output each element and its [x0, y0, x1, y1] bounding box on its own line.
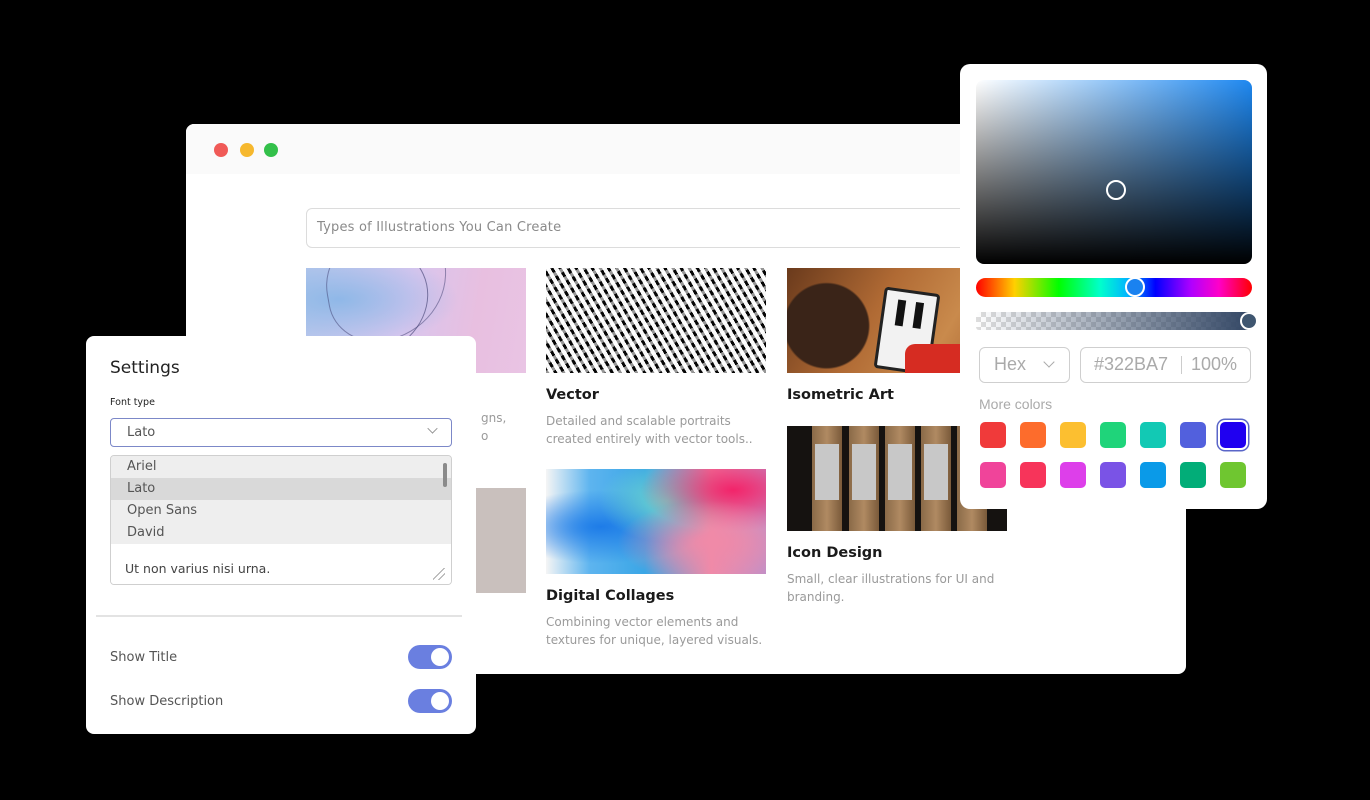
tube-shape [885, 426, 915, 531]
search-input[interactable]: Types of Illustrations You Can Create [306, 208, 1006, 248]
card-description: Detailed and scalable portraits created … [546, 414, 753, 446]
toggle-knob [431, 692, 449, 710]
color-swatch[interactable] [1220, 422, 1246, 448]
show-title-toggle[interactable] [408, 645, 452, 669]
minimize-window-button[interactable] [240, 143, 254, 157]
divider [96, 615, 462, 617]
opacity-slider[interactable] [976, 312, 1258, 330]
settings-panel: Settings Font type Lato Ariel Lato Open … [86, 336, 476, 734]
more-colors-label: More colors [979, 396, 1053, 412]
color-swatch[interactable] [1100, 422, 1126, 448]
saturation-handle[interactable] [1106, 180, 1126, 200]
font-type-label: Font type [110, 397, 155, 408]
color-swatch[interactable] [980, 462, 1006, 488]
textarea-value: Ut non varius nisi urna. [125, 561, 271, 576]
color-swatch[interactable] [1020, 462, 1046, 488]
card-title: Icon Design [787, 545, 883, 561]
card-vector[interactable]: Vector Detailed and scalable portraits c… [546, 268, 766, 448]
color-mode-value: Hex [994, 354, 1027, 374]
color-swatch[interactable] [1220, 462, 1246, 488]
color-swatch[interactable] [1060, 462, 1086, 488]
color-picker-panel: Hex #322BA7 100% More colors [960, 64, 1267, 509]
hex-value: #322BA7 [1094, 354, 1169, 374]
font-option-open-sans[interactable]: Open Sans [111, 500, 451, 522]
close-window-button[interactable] [214, 143, 228, 157]
show-description-label: Show Description [110, 694, 224, 709]
chevron-down-icon [427, 423, 438, 434]
hex-input[interactable]: #322BA7 100% [1080, 347, 1251, 383]
card-image-collage [546, 469, 766, 574]
card-title: Vector [546, 387, 599, 403]
font-option-lato[interactable]: Lato [111, 478, 451, 500]
opacity-value: 100% [1191, 354, 1238, 374]
hue-handle[interactable] [1125, 277, 1145, 297]
tube-shape [921, 426, 951, 531]
show-description-row: Show Description [110, 689, 452, 715]
font-option-ariel[interactable]: Ariel [111, 456, 451, 478]
chevron-down-icon [1043, 356, 1055, 368]
settings-title: Settings [110, 358, 180, 378]
color-swatch[interactable] [1140, 462, 1166, 488]
tube-shape [849, 426, 879, 531]
show-title-label: Show Title [110, 650, 178, 665]
font-type-select[interactable]: Lato [110, 418, 452, 447]
color-swatch[interactable] [980, 422, 1006, 448]
toggle-knob [431, 648, 449, 666]
resize-handle-icon[interactable] [433, 568, 445, 580]
hue-slider[interactable] [976, 277, 1252, 297]
tube-shape [812, 426, 842, 531]
show-title-row: Show Title [110, 645, 452, 671]
description-textarea[interactable]: Ut non varius nisi urna. [111, 552, 451, 584]
font-option-david[interactable]: David [111, 522, 451, 544]
font-selected-value: Lato [127, 425, 156, 440]
color-swatch[interactable] [1100, 462, 1126, 488]
card-title: Digital Collages [546, 588, 675, 604]
color-swatch[interactable] [1140, 422, 1166, 448]
show-description-toggle[interactable] [408, 689, 452, 713]
card-digital-collages[interactable]: Digital Collages Combining vector elemen… [546, 469, 766, 649]
card-description: Small, clear illustrations for UI and br… [787, 572, 995, 604]
color-mode-select[interactable]: Hex [979, 347, 1070, 383]
color-swatch[interactable] [1020, 422, 1046, 448]
separator [1181, 356, 1182, 374]
opacity-handle[interactable] [1240, 312, 1258, 330]
color-swatch[interactable] [1060, 422, 1086, 448]
card-image-vector [546, 268, 766, 373]
saturation-value-area[interactable] [976, 80, 1252, 264]
color-swatch[interactable] [1180, 462, 1206, 488]
desc-fragment-1: gns, [481, 411, 507, 425]
dropdown-scrollbar[interactable] [443, 463, 447, 487]
desc-fragment-2: o [481, 429, 489, 443]
card-description: Combining vector elements and textures f… [546, 615, 763, 647]
maximize-window-button[interactable] [264, 143, 278, 157]
font-dropdown-list: Ariel Lato Open Sans David Ut non varius… [110, 455, 452, 585]
color-swatch[interactable] [1180, 422, 1206, 448]
font-options: Ariel Lato Open Sans David [111, 456, 451, 544]
